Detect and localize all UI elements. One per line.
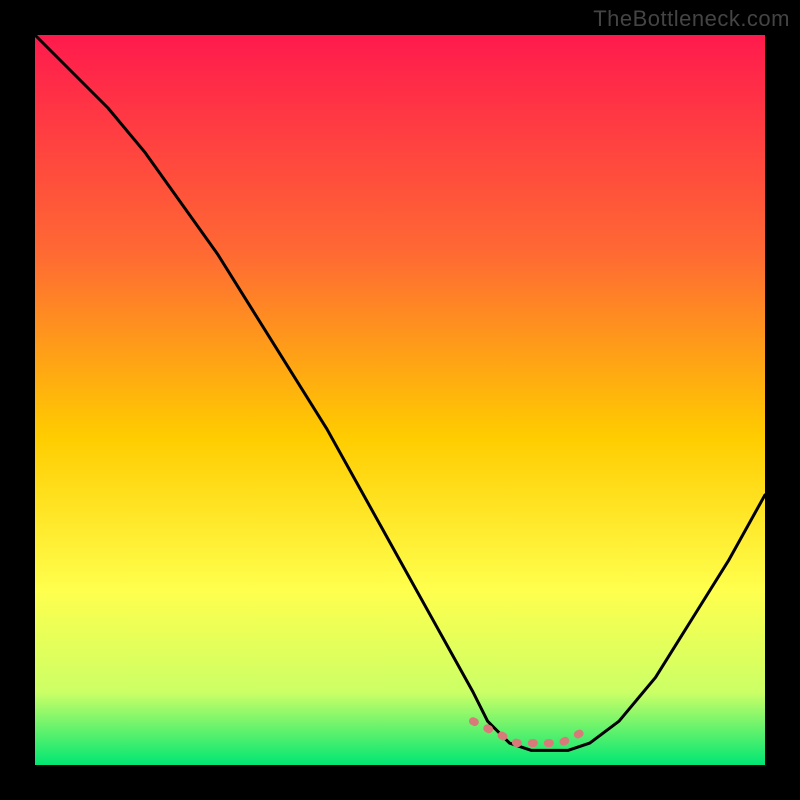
chart-canvas xyxy=(0,0,800,800)
bottleneck-chart: TheBottleneck.com xyxy=(0,0,800,800)
watermark-label: TheBottleneck.com xyxy=(593,6,790,32)
